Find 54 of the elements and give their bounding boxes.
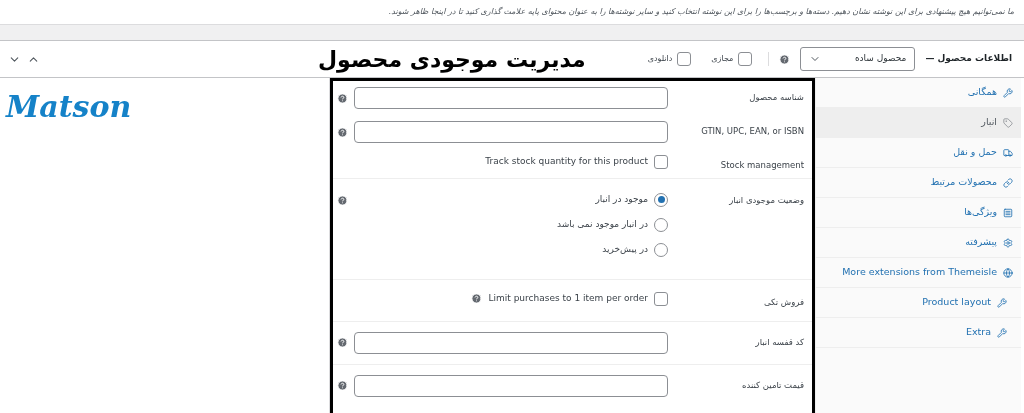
- field-label: شناسه محصول: [748, 91, 804, 104]
- tab[interactable]: انبار: [816, 108, 1021, 138]
- logo: Matson: [6, 88, 132, 126]
- tab[interactable]: محصولات مرتبط: [816, 168, 1021, 198]
- radio-button[interactable]: [654, 217, 668, 232]
- truck-icon: [1003, 147, 1013, 158]
- field-label: وضعیت موجودی انبار: [728, 193, 804, 207]
- help-icon[interactable]: [337, 337, 348, 348]
- field-label: فروش تکی: [762, 295, 804, 309]
- checkbox-label: مجازی: [711, 53, 734, 65]
- radio-label: موجود در انبار: [595, 193, 648, 206]
- text-input[interactable]: [354, 331, 668, 354]
- tab[interactable]: پیشرفته: [816, 228, 1021, 258]
- wrench-icon: [997, 297, 1007, 308]
- tab[interactable]: More extensions from Themeisle: [816, 258, 1021, 288]
- help-icon[interactable]: [779, 53, 791, 65]
- radio-button[interactable]: [654, 192, 668, 207]
- link-icon: [1003, 177, 1013, 188]
- gear-icon: [1003, 237, 1013, 248]
- checkbox[interactable]: [677, 52, 692, 66]
- overlay-title: مدیریت موجودی محصول: [318, 45, 586, 75]
- checkbox-label: Track stock quantity for this product: [485, 155, 648, 169]
- radio-label: در پیش‌خرید: [602, 243, 648, 256]
- checkbox[interactable]: [738, 52, 753, 66]
- text-input[interactable]: [354, 121, 668, 143]
- checkbox[interactable]: [654, 155, 668, 169]
- help-icon[interactable]: [337, 126, 348, 138]
- panel-title: اطلاعات محصول —: [925, 52, 1012, 66]
- field-label: Stock management: [719, 159, 804, 172]
- list-icon: [1003, 207, 1013, 218]
- wrench-icon: [997, 327, 1007, 338]
- tag-icon: [1003, 117, 1013, 128]
- tab[interactable]: ویژگی‌ها: [816, 198, 1021, 228]
- text-input[interactable]: [354, 87, 668, 109]
- checkbox-label: Limit purchases to 1 item per order: [488, 292, 648, 305]
- help-icon[interactable]: [337, 92, 348, 104]
- text-input[interactable]: [354, 374, 668, 397]
- checkbox-label: دانلودی: [647, 53, 673, 65]
- field-label: GTIN, UPC, EAN, or ISBN: [700, 125, 804, 138]
- notice-text: ما نمی‌توانیم هیچ پیشنهادی برای این نوشته نشان دهیم. دسته‌ها و برچسب‌ها را برای این نوشته انتخاب کنید و سایر نوشته‌ها را به عنوان محتوای پایه علامت گذاری کنید تا در اینجا ظاهر شوند.: [388, 6, 1014, 18]
- help-icon[interactable]: [337, 380, 348, 391]
- tab[interactable]: Product layout: [816, 288, 1021, 318]
- checkbox[interactable]: [654, 291, 668, 306]
- help-icon[interactable]: [337, 194, 348, 206]
- radio-label: در انبار موجود نمی باشد: [556, 218, 648, 231]
- field-label: قیمت تامین کننده: [741, 378, 804, 392]
- tab[interactable]: Extra: [816, 318, 1021, 348]
- tab[interactable]: حمل و نقل: [816, 138, 1021, 168]
- product-type-select[interactable]: محصول ساده: [800, 47, 916, 71]
- wrench-icon: [1003, 87, 1013, 98]
- field-label: کد قفسه انبار: [754, 335, 804, 349]
- radio-button[interactable]: [654, 242, 668, 257]
- help-icon[interactable]: [471, 293, 483, 305]
- globe-icon: [1003, 267, 1013, 278]
